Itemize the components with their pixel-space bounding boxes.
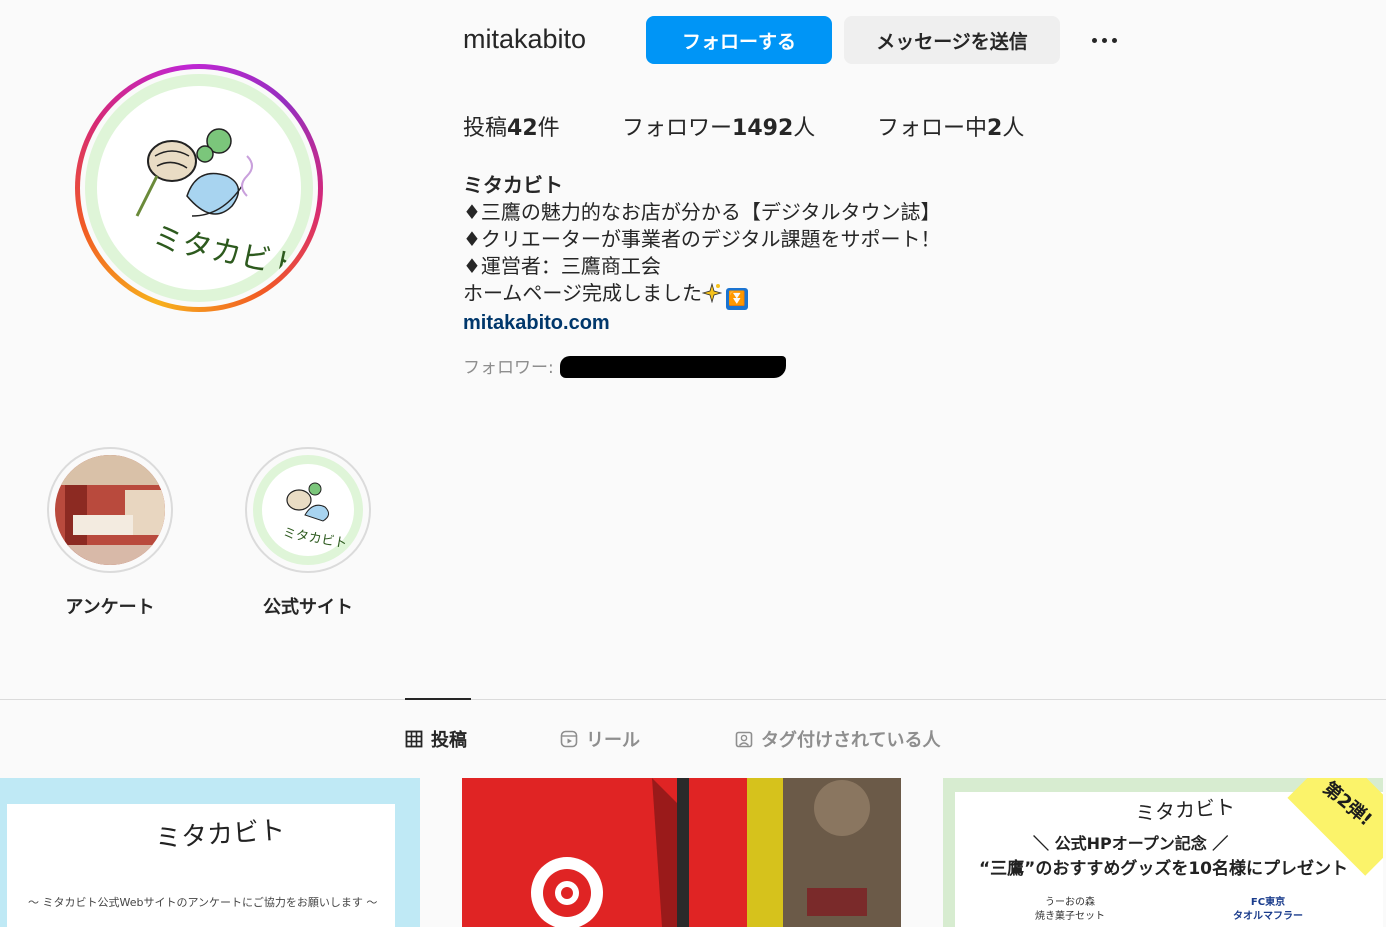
bio-line-3: ♦運営者：三鷹商工会	[463, 254, 661, 278]
highlight-survey-label: アンケート	[65, 597, 155, 618]
username: mitakabito	[463, 24, 587, 54]
highlight-official-site-thumb: ミタカビト	[253, 455, 363, 565]
message-button[interactable]: メッセージを送信	[844, 16, 1060, 64]
sparkles-icon	[702, 283, 722, 303]
post-2-image	[462, 778, 901, 927]
highlight-survey[interactable]: アンケート	[47, 447, 173, 619]
post-3-item-2: FC東京 タオルマフラー	[1233, 897, 1303, 922]
post-3-headline-1: ＼ 公式HPオープン記念 ／	[1033, 834, 1229, 853]
more-options-icon[interactable]	[1084, 28, 1124, 52]
avatar-logo-text: ミタカビト	[149, 220, 301, 285]
website-link[interactable]: mitakabito.com	[463, 310, 941, 337]
grid-icon	[405, 730, 423, 748]
tab-reels[interactable]: リール	[560, 726, 640, 752]
post-1-caption: 〜 ミタカビト公式Webサイトのアンケートにご協力をお願いします 〜	[28, 896, 378, 909]
display-name: ミタカビト	[463, 173, 563, 197]
followers-count[interactable]: フォロワー 1492 人	[622, 110, 815, 142]
tab-tagged-label: タグ付けされている人	[761, 730, 941, 751]
down-arrow-icon: ⏬	[726, 288, 748, 310]
bio-line-2: ♦クリエーターが事業者のデジタル課題をサポート！	[463, 227, 941, 251]
post-thumbnail[interactable]: ミタカビト ＼ 公式HPオープン記念 ／ “三鷹”のおすすめグッズを10名様にプ…	[943, 778, 1383, 927]
profile-page: ミタカビト mitakabito フォローする メッセージを送信 投稿 42 件 フ…	[0, 0, 1386, 927]
tagged-person-icon	[735, 731, 753, 748]
tab-posts[interactable]: 投稿	[405, 726, 467, 752]
post-thumbnail[interactable]: ミタカビト 〜 ミタカビト公式Webサイトのアンケートにご協力をお願いします 〜	[0, 778, 420, 927]
bio-line-1: ♦三鷹の魅力的なお店が分かる【デジタルタウン誌】	[463, 200, 941, 224]
bio-line-4: ホームページ完成しました ⏬	[463, 280, 941, 310]
highlight-official-site[interactable]: ミタカビト 公式サイト	[245, 447, 371, 619]
profile-avatar[interactable]: ミタカビト	[75, 64, 323, 312]
tab-posts-label: 投稿	[431, 730, 467, 751]
posts-count: 投稿 42 件	[463, 116, 560, 141]
following-count[interactable]: フォロー中 2 人	[877, 110, 1024, 142]
tab-tagged[interactable]: タグ付けされている人	[735, 726, 940, 752]
avatar-illustration: ミタカビト	[135, 128, 303, 285]
tabs-divider	[0, 699, 1386, 700]
redacted-followers	[560, 356, 786, 378]
tab-reels-label: リール	[586, 730, 640, 751]
bio: ミタカビト ♦三鷹の魅力的なお店が分かる【デジタルタウン誌】 ♦クリエーターが事…	[463, 172, 941, 337]
highlight-official-site-label: 公式サイト	[263, 597, 353, 618]
followed-by-label: フォロワー:	[463, 358, 554, 378]
post-3-item-1: うーおの森 焼き菓子セット	[1035, 897, 1105, 922]
highlight-survey-thumb	[55, 455, 165, 565]
active-tab-indicator	[405, 698, 471, 700]
reels-icon	[560, 730, 578, 748]
post-thumbnail[interactable]	[462, 778, 901, 927]
post-3-headline-2: “三鷹”のおすすめグッズを10名様にプレゼント	[979, 859, 1349, 879]
follow-button[interactable]: フォローする	[646, 16, 832, 64]
